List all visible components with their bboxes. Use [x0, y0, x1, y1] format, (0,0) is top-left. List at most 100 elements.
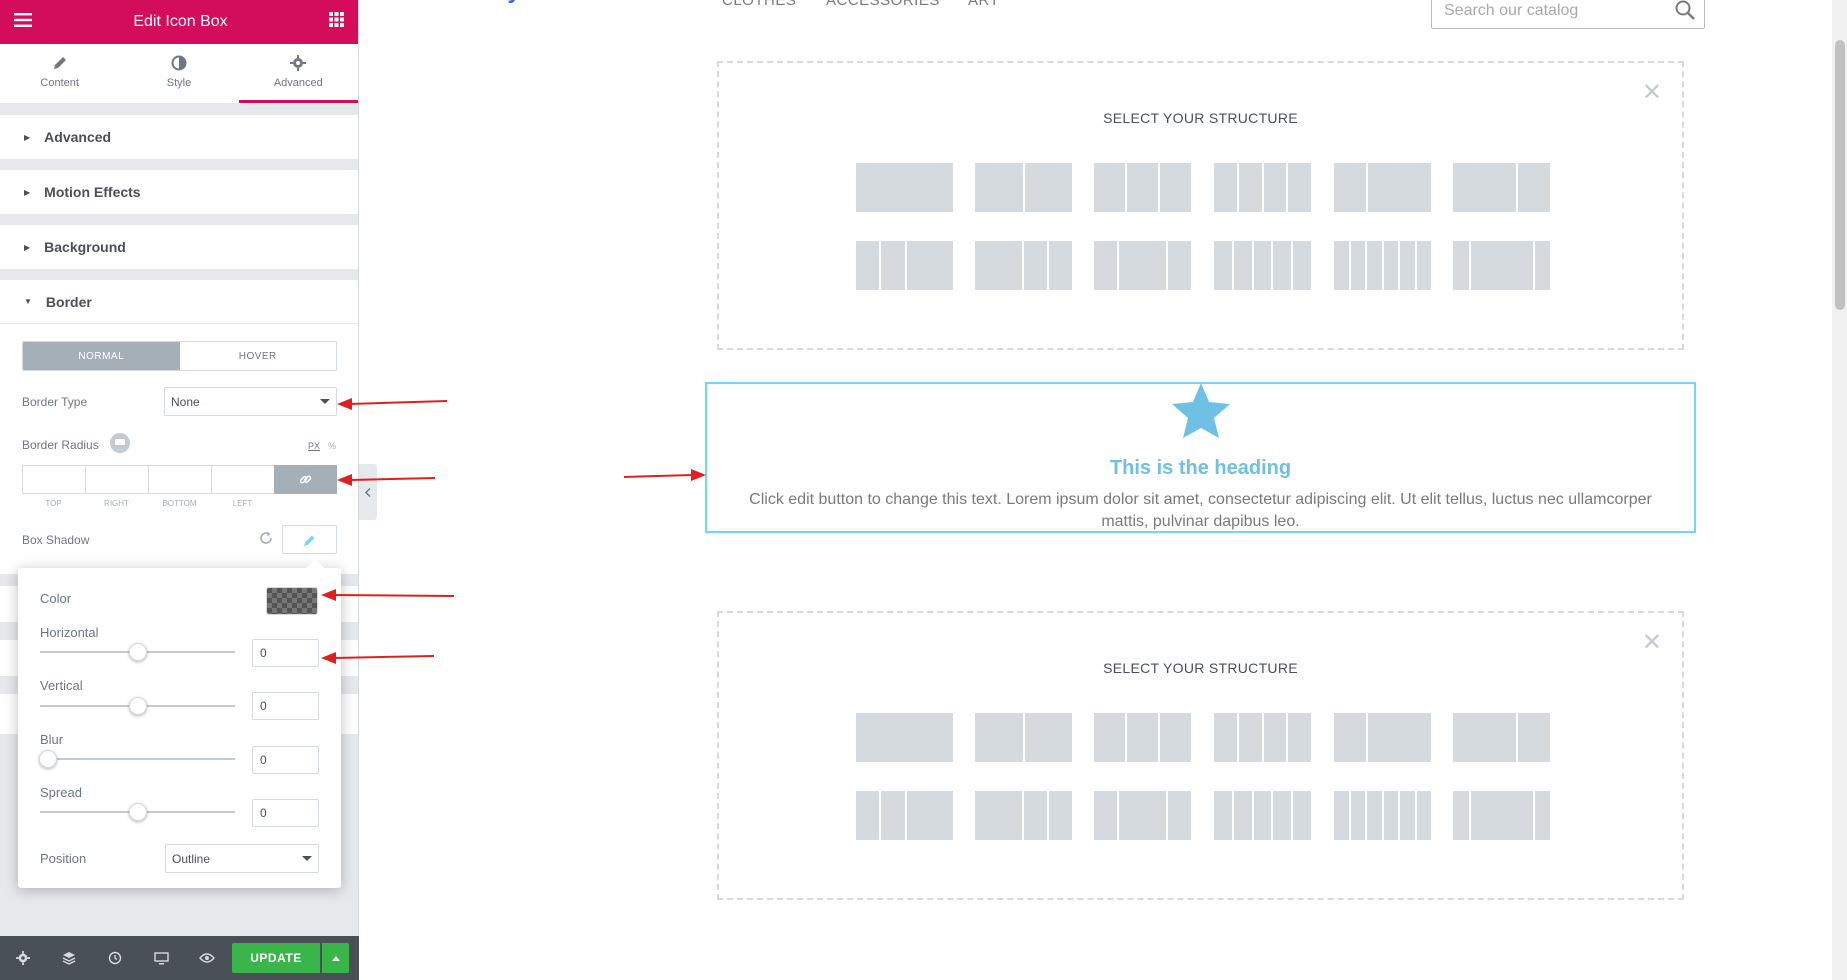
save-options-button[interactable] [322, 943, 349, 973]
structure-preset[interactable] [1214, 241, 1311, 290]
preset-column [1214, 241, 1232, 290]
horizontal-input[interactable]: 0 [252, 639, 319, 667]
unit-percent[interactable]: % [328, 441, 336, 451]
slider-handle[interactable] [129, 697, 147, 715]
structure-preset[interactable] [856, 163, 953, 212]
position-select[interactable]: Outline [165, 844, 319, 873]
tab-hover[interactable]: HOVER [179, 342, 336, 370]
structure-preset[interactable] [1334, 163, 1431, 212]
tab-content[interactable]: Content [0, 44, 119, 103]
nav-art[interactable]: ART [968, 0, 999, 9]
scrollbar-thumb[interactable] [1835, 40, 1845, 310]
slider-handle[interactable] [39, 750, 57, 768]
structure-preset[interactable] [1094, 791, 1191, 840]
structure-preset[interactable] [856, 791, 953, 840]
vertical-input[interactable]: 0 [252, 692, 319, 720]
caret-down-icon: ▼ [24, 297, 32, 306]
collapse-panel-button[interactable] [359, 464, 377, 520]
structure-preset[interactable] [1453, 713, 1550, 762]
radius-bottom-input[interactable] [148, 465, 211, 494]
blur-slider[interactable] [39, 750, 235, 768]
structure-preset[interactable] [1094, 241, 1191, 290]
link-values-button[interactable] [274, 465, 337, 494]
structure-preset[interactable] [1094, 163, 1191, 212]
navigator-layers-icon[interactable] [46, 936, 92, 980]
structure-preset[interactable] [1334, 791, 1431, 840]
nav-clothes[interactable]: CLOTHES [722, 0, 796, 9]
preset-column [881, 241, 905, 290]
star-icon [1171, 383, 1231, 444]
close-icon[interactable]: ✕ [1642, 631, 1662, 655]
responsive-toggle-icon[interactable] [110, 433, 130, 453]
vertical-slider[interactable] [40, 697, 235, 715]
search-icon[interactable] [1674, 0, 1696, 26]
structure-selector: ✕ SELECT YOUR STRUCTURE [717, 611, 1684, 900]
settings-icon[interactable] [0, 936, 46, 980]
structure-preset[interactable] [975, 163, 1072, 212]
radius-top-input[interactable] [22, 465, 85, 494]
preset-column [1263, 713, 1287, 762]
widgets-grid-icon[interactable] [329, 12, 344, 32]
preset-column [856, 163, 953, 212]
horizontal-slider[interactable] [40, 643, 235, 661]
slider-handle[interactable] [129, 643, 147, 661]
nav-accessories[interactable]: ACCESSORIES [826, 0, 940, 9]
preset-column [1160, 713, 1191, 762]
section-border[interactable]: ▼ Border [0, 280, 358, 324]
hamburger-menu-icon[interactable] [14, 12, 32, 32]
history-icon[interactable] [92, 936, 138, 980]
structure-preset[interactable] [1214, 791, 1311, 840]
page-scrollbar[interactable] [1832, 0, 1847, 980]
structure-preset[interactable] [975, 241, 1072, 290]
responsive-mode-icon[interactable] [138, 936, 184, 980]
structure-preset[interactable] [1214, 713, 1311, 762]
spread-input[interactable]: 0 [252, 799, 319, 827]
tab-normal[interactable]: NORMAL [23, 342, 180, 370]
tab-style[interactable]: Style [119, 44, 238, 103]
preview-eye-icon[interactable] [184, 936, 230, 980]
border-type-select[interactable]: None [164, 387, 337, 416]
update-button[interactable]: UPDATE [232, 943, 320, 973]
border-radius-label: Border Radius [22, 438, 99, 452]
spread-slider[interactable] [40, 803, 235, 821]
structure-preset[interactable] [1094, 713, 1191, 762]
slider-handle[interactable] [129, 803, 147, 821]
section-motion-effects[interactable]: ▶ Motion Effects [0, 170, 358, 214]
structure-preset[interactable] [856, 713, 953, 762]
close-icon[interactable]: ✕ [1642, 81, 1662, 105]
box-shadow-edit-button[interactable] [282, 525, 337, 554]
tab-advanced[interactable]: Advanced [238, 44, 358, 103]
radius-right-input[interactable] [85, 465, 148, 494]
section-background[interactable]: ▶ Background [0, 225, 358, 269]
section-advanced[interactable]: ▶ Advanced [0, 115, 358, 159]
vertical-label: Vertical [40, 678, 83, 693]
preset-column [1350, 241, 1365, 290]
caret-right-icon: ▶ [24, 242, 31, 252]
reset-icon[interactable] [258, 530, 274, 551]
structure-preset[interactable] [975, 791, 1072, 840]
structure-preset[interactable] [1334, 241, 1431, 290]
blur-input[interactable]: 0 [252, 746, 319, 774]
structure-preset[interactable] [1453, 791, 1550, 840]
icon-box-widget[interactable]: This is the heading Click edit button to… [705, 382, 1696, 533]
structure-preset[interactable] [1214, 163, 1311, 212]
preset-column [906, 791, 953, 840]
structure-preset[interactable] [856, 241, 953, 290]
section-motion-effects-label: Motion Effects [44, 184, 141, 200]
preset-column [1023, 241, 1047, 290]
search-input[interactable]: Search our catalog [1431, 0, 1705, 29]
structure-preset[interactable] [975, 713, 1072, 762]
preset-column [975, 163, 1023, 212]
tab-advanced-label: Advanced [273, 77, 323, 89]
panel-title: Edit Icon Box [133, 13, 228, 30]
preset-column [1453, 791, 1469, 840]
preset-column [1238, 163, 1262, 212]
radius-left-input[interactable] [211, 465, 274, 494]
unit-px[interactable]: PX [308, 441, 320, 451]
shadow-color-swatch[interactable] [266, 587, 318, 615]
structure-preset[interactable] [1453, 163, 1550, 212]
link-icon [299, 475, 312, 484]
structure-preset[interactable] [1453, 241, 1550, 290]
site-logo[interactable]: my store [486, 0, 596, 19]
structure-preset[interactable] [1334, 713, 1431, 762]
